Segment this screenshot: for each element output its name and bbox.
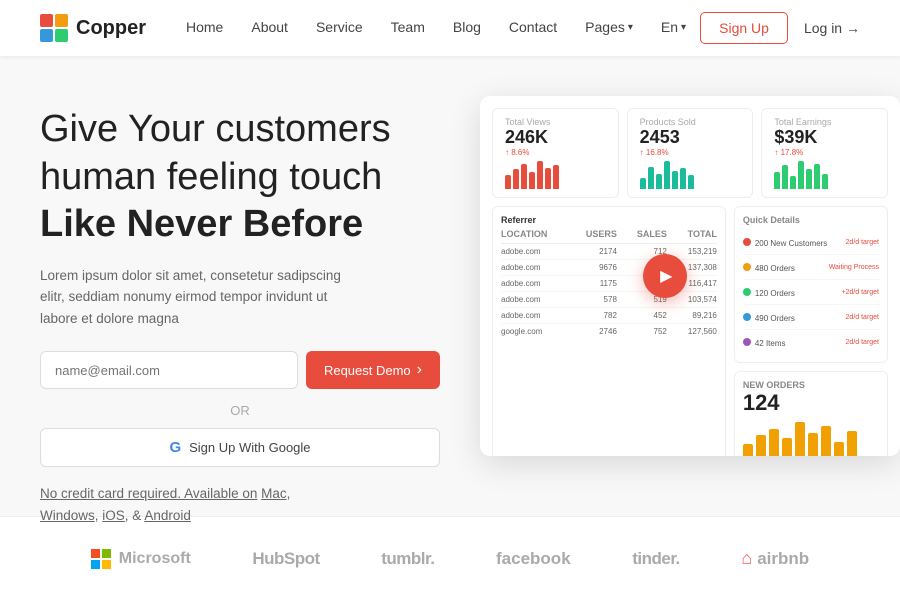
dash-card-products: Products Sold 2453 ↑ 16.8% xyxy=(627,108,754,198)
views-bars xyxy=(505,161,606,189)
quick-row: 200 New Customers 2d/d target xyxy=(743,230,879,255)
logo[interactable]: Copper xyxy=(40,14,146,42)
referrer-table: Referrer LOCATION USERS SALES TOTAL adob… xyxy=(492,206,726,456)
brand-facebook: facebook xyxy=(496,549,571,569)
headline-bold: Like Never Before xyxy=(40,201,440,249)
signup-button[interactable]: Sign Up xyxy=(700,12,788,44)
referrer-title: Referrer xyxy=(501,215,717,225)
demo-button[interactable]: Request Demo › xyxy=(306,351,440,389)
views-value: 246K xyxy=(505,127,606,148)
airbnb-label: airbnb xyxy=(757,549,809,569)
quick-title: Quick Details xyxy=(743,215,879,225)
platform-ios: iOS xyxy=(102,508,125,523)
demo-button-label: Request Demo xyxy=(324,363,411,378)
new-orders-card: NEW ORDERS 124 xyxy=(734,371,888,456)
platform-note: No credit card required. Available on Ma… xyxy=(40,483,350,526)
dashboard-mockup: Total Views 246K ↑ 8.6% Products Sold xyxy=(480,96,900,456)
nav-actions: Sign Up Log in → xyxy=(700,12,860,44)
nav-links: Home About Service Team Blog Contact Pag… xyxy=(186,19,700,37)
google-signup-button[interactable]: G Sign Up With Google xyxy=(40,428,440,467)
airbnb-icon: ⌂ xyxy=(741,548,752,569)
brands-strip: Microsoft HubSpot tumblr. facebook tinde… xyxy=(0,516,900,600)
quick-row: 120 Orders +2d/d target xyxy=(743,280,879,305)
headline-mid: human feeling touch xyxy=(40,156,382,198)
hero-left: Give Your customers human feeling touch … xyxy=(40,86,440,516)
table-row: adobe.com578519103,574 xyxy=(501,292,717,308)
quick-details: Quick Details 200 New Customers 2d/d tar… xyxy=(734,206,888,363)
nav-blog[interactable]: Blog xyxy=(453,19,481,35)
earnings-value: $39K xyxy=(774,127,875,148)
dash-stats-row: Total Views 246K ↑ 8.6% Products Sold xyxy=(492,108,888,198)
nav-service[interactable]: Service xyxy=(316,19,363,35)
earnings-bars xyxy=(774,161,875,189)
dash-card-earnings: Total Earnings $39K ↑ 17.8% xyxy=(761,108,888,198)
hero-headline: Give Your customers human feeling touch … xyxy=(40,106,440,249)
dash-right-panel: Quick Details 200 New Customers 2d/d tar… xyxy=(734,206,888,456)
platform-android: Android xyxy=(144,508,191,523)
play-button[interactable] xyxy=(643,254,687,298)
hero-description: Lorem ipsum dolor sit amet, consetetur s… xyxy=(40,265,350,330)
nav-team[interactable]: Team xyxy=(391,19,425,35)
lang-dropdown-icon: ▾ xyxy=(681,22,686,33)
quick-row: 480 Orders Waiting Process xyxy=(743,255,879,280)
tumblr-label: tumblr. xyxy=(381,549,434,569)
table-header: LOCATION USERS SALES TOTAL xyxy=(501,229,717,244)
table-row: adobe.com78245289,216 xyxy=(501,308,717,324)
new-orders-label: NEW ORDERS xyxy=(743,380,879,390)
products-change: ↑ 16.8% xyxy=(640,148,741,157)
demo-arrow-icon: › xyxy=(417,361,422,379)
quick-row: 490 Orders 2d/d target xyxy=(743,305,879,330)
tinder-label: tinder. xyxy=(632,549,680,569)
earnings-label: Total Earnings xyxy=(774,117,875,127)
dash-card-views: Total Views 246K ↑ 8.6% xyxy=(492,108,619,198)
google-icon: G xyxy=(169,439,181,456)
nav-lang[interactable]: En▾ xyxy=(661,19,686,35)
brand-hubspot: HubSpot xyxy=(252,549,319,569)
products-value: 2453 xyxy=(640,127,741,148)
views-label: Total Views xyxy=(505,117,606,127)
facebook-label: facebook xyxy=(496,549,571,569)
brand-airbnb: ⌂ airbnb xyxy=(741,548,809,569)
headline-top: Give Your customers xyxy=(40,108,391,150)
table-row: adobe.com2174712153,219 xyxy=(501,244,717,260)
hero-section: Give Your customers human feeling touch … xyxy=(0,56,900,516)
platform-mac: Mac xyxy=(261,486,287,501)
hero-right: Total Views 246K ↑ 8.6% Products Sold xyxy=(480,86,900,516)
brand-tumblr: tumblr. xyxy=(381,549,434,569)
brand-tinder: tinder. xyxy=(632,549,680,569)
nav-contact[interactable]: Contact xyxy=(509,19,557,35)
brand-microsoft: Microsoft xyxy=(91,549,191,569)
email-form: Request Demo › xyxy=(40,351,440,389)
google-button-label: Sign Up With Google xyxy=(189,440,310,455)
views-change: ↑ 8.6% xyxy=(505,148,606,157)
email-input[interactable] xyxy=(40,351,298,389)
quick-row: 42 Items 2d/d target xyxy=(743,330,879,354)
microsoft-icon xyxy=(91,549,111,569)
nav-pages[interactable]: Pages▾ xyxy=(585,19,633,35)
platform-windows: Windows xyxy=(40,508,95,523)
dash-bottom-row: Referrer LOCATION USERS SALES TOTAL adob… xyxy=(492,206,888,456)
logo-text: Copper xyxy=(76,17,146,40)
logo-icon xyxy=(40,14,68,42)
earnings-change: ↑ 17.8% xyxy=(774,148,875,157)
pages-dropdown-icon: ▾ xyxy=(628,22,633,33)
new-orders-bars xyxy=(743,422,879,456)
nav-about[interactable]: About xyxy=(251,19,288,35)
new-orders-value: 124 xyxy=(743,390,879,416)
microsoft-label: Microsoft xyxy=(119,550,191,568)
or-divider: OR xyxy=(40,403,440,418)
navbar: Copper Home About Service Team Blog Cont… xyxy=(0,0,900,56)
login-button[interactable]: Log in → xyxy=(804,20,860,36)
products-label: Products Sold xyxy=(640,117,741,127)
hubspot-label: HubSpot xyxy=(252,549,319,569)
table-row: google.com2746752127,560 xyxy=(501,324,717,339)
products-bars xyxy=(640,161,741,189)
nav-home[interactable]: Home xyxy=(186,19,223,35)
